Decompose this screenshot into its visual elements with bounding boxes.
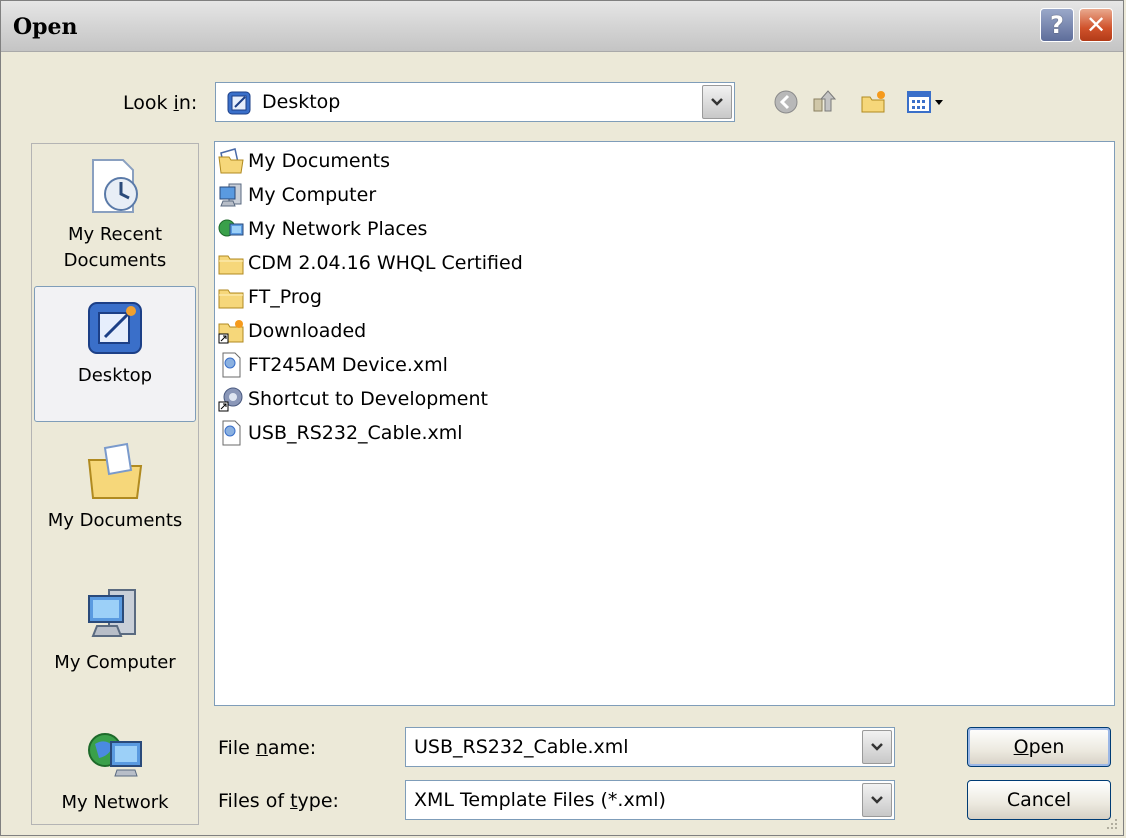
place-label: My Documents — [47, 510, 183, 531]
place-my-network[interactable]: My Network — [32, 722, 198, 816]
list-item-label: My Documents — [248, 150, 391, 172]
place-label: Desktop — [77, 365, 153, 386]
list-item[interactable]: Shortcut to Development — [217, 383, 488, 415]
shortcut-icon — [218, 387, 243, 412]
list-item[interactable]: USB_RS232_Cable.xml — [217, 417, 463, 449]
recent-documents-icon — [92, 159, 138, 213]
place-label: My Computer — [54, 652, 176, 673]
files-of-type-label: Files of type: — [218, 790, 339, 812]
files-of-type-dropdown[interactable]: XML Template Files (*.xml) — [405, 780, 895, 820]
list-item[interactable]: FT_Prog — [217, 281, 322, 313]
places-bar: My Recent Documents Desktop My Documents — [31, 143, 199, 825]
list-item-label: Shortcut to Development — [248, 388, 488, 410]
list-item[interactable]: My Computer — [217, 179, 376, 211]
open-dialog: Open ? ✕ Look in: Desktop My Recent Docu… — [0, 0, 1124, 836]
folder-icon — [218, 289, 244, 309]
list-item[interactable]: FT245AM Device.xml — [217, 349, 448, 381]
chevron-down-icon — [871, 743, 883, 751]
network-icon — [218, 219, 244, 237]
chevron-down-icon — [711, 98, 723, 106]
place-label: My Network — [61, 792, 169, 813]
documents-folder-icon — [218, 148, 244, 174]
help-button[interactable]: ? — [1040, 8, 1074, 42]
views-menu-icon[interactable] — [905, 87, 949, 117]
my-documents-icon — [87, 442, 143, 499]
list-item[interactable]: My Network Places — [217, 213, 427, 245]
list-item-label: USB_RS232_Cable.xml — [248, 422, 463, 444]
list-item[interactable]: Downloaded — [217, 315, 366, 347]
list-item-label: My Network Places — [248, 218, 428, 240]
my-network-icon — [88, 733, 142, 777]
cancel-button[interactable]: Cancel — [967, 780, 1111, 820]
file-name-input[interactable]: USB_RS232_Cable.xml — [405, 727, 895, 767]
folder-shortcut-icon — [218, 320, 244, 344]
my-computer-icon — [88, 589, 136, 637]
folder-icon — [218, 255, 244, 275]
list-item-label: FT_Prog — [248, 286, 322, 308]
title-bar[interactable]: Open ? ✕ — [1, 1, 1123, 52]
close-button[interactable]: ✕ — [1079, 8, 1113, 42]
place-my-recent-documents[interactable]: My Recent Documents — [32, 154, 198, 274]
up-folder-icon[interactable] — [809, 87, 839, 117]
list-item-label: My Computer — [248, 184, 377, 206]
xml-file-icon — [222, 352, 241, 378]
file-list[interactable]: My Documents My Computer My Network Plac… — [214, 141, 1115, 706]
list-item-label: CDM 2.04.16 WHQL Certified — [248, 252, 523, 274]
desktop-icon — [227, 91, 251, 115]
list-item-label: Downloaded — [248, 320, 367, 342]
open-button[interactable]: Open — [967, 727, 1111, 767]
xml-file-icon — [222, 420, 241, 446]
place-desktop[interactable]: Desktop — [34, 286, 196, 422]
place-my-documents[interactable]: My Documents — [32, 440, 198, 534]
files-of-type-value: XML Template Files (*.xml) — [414, 789, 666, 811]
place-my-computer[interactable]: My Computer — [32, 582, 198, 676]
resize-grip[interactable] — [1105, 817, 1119, 831]
desktop-icon — [88, 302, 142, 354]
list-item[interactable]: My Documents — [217, 145, 390, 177]
dialog-title: Open — [13, 14, 78, 40]
files-of-type-dropdown-button[interactable] — [862, 783, 892, 817]
back-icon[interactable] — [771, 87, 801, 117]
chevron-down-icon — [871, 796, 883, 804]
look-in-dropdown[interactable]: Desktop — [215, 82, 735, 122]
look-in-label: Look in: — [123, 92, 198, 114]
file-name-dropdown-button[interactable] — [862, 730, 892, 764]
list-item-label: FT245AM Device.xml — [248, 354, 448, 376]
look-in-dropdown-button[interactable] — [702, 85, 732, 119]
place-label: My Recent Documents — [63, 224, 167, 271]
file-name-label: File name: — [218, 737, 317, 759]
file-name-value[interactable]: USB_RS232_Cable.xml — [414, 736, 629, 758]
new-folder-icon[interactable] — [859, 87, 889, 117]
list-item[interactable]: CDM 2.04.16 WHQL Certified — [217, 247, 523, 279]
computer-icon — [219, 183, 242, 207]
look-in-value: Desktop — [262, 91, 341, 113]
